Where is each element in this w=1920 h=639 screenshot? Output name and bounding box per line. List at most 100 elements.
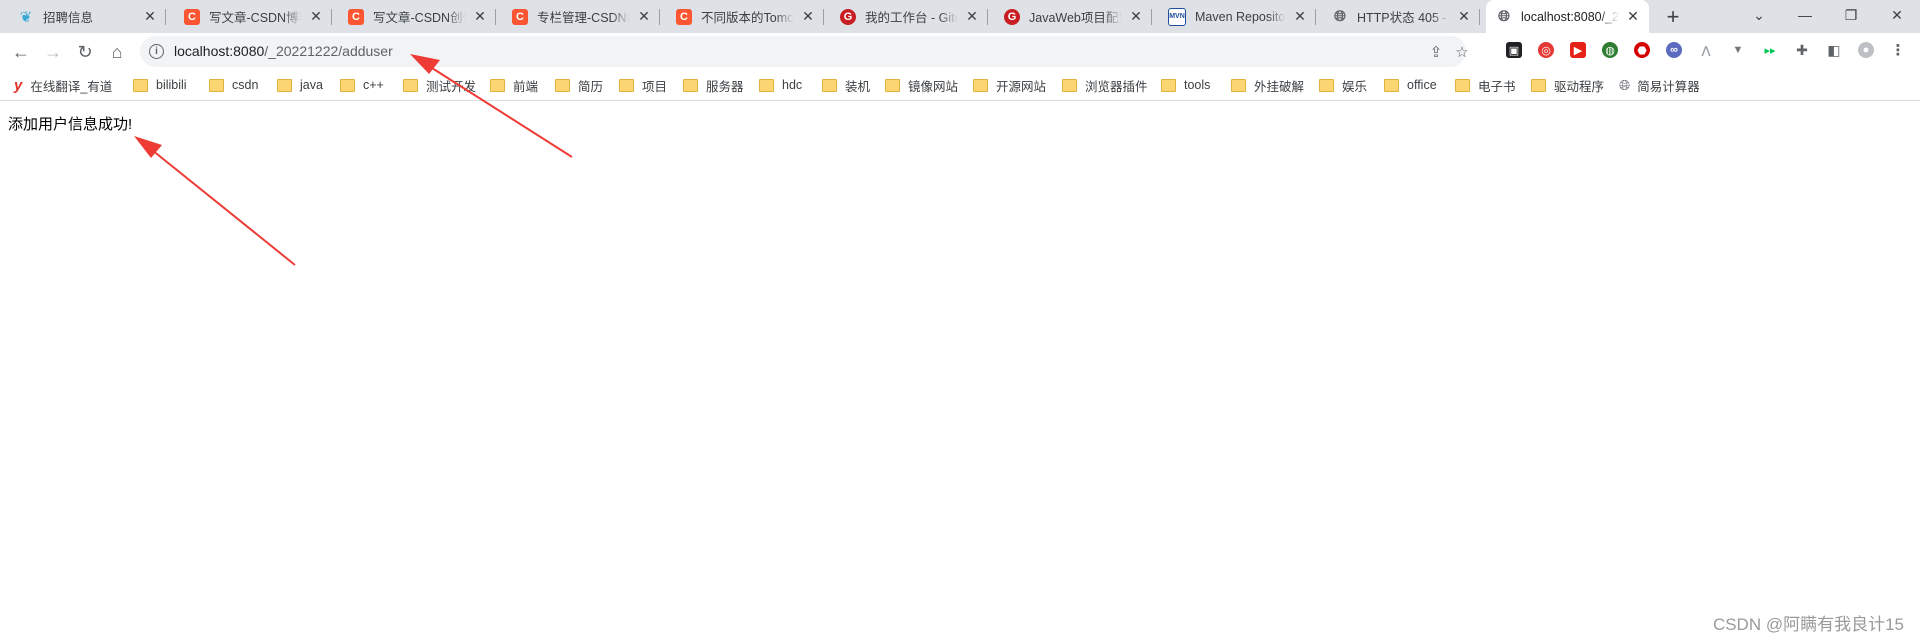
tab-separator [495, 9, 496, 25]
bookmark-label: hdc [782, 78, 803, 92]
tab-separator [1151, 9, 1152, 25]
tab-tomcat-versions[interactable]: C 不同版本的Tomcat ✕ [666, 0, 824, 33]
bookmark-folder[interactable]: 开源网站 [973, 75, 1046, 95]
bookmark-label: 电子书 [1478, 79, 1516, 94]
close-icon[interactable]: ✕ [308, 8, 324, 25]
url-path: /_20221222/adduser [264, 43, 393, 59]
close-window-icon[interactable]: ✕ [1874, 0, 1920, 30]
bookmark-label: 简易计算器 [1637, 79, 1700, 94]
folder-icon [1455, 78, 1470, 92]
bookmark-folder[interactable]: hdc [759, 75, 802, 95]
close-icon[interactable]: ✕ [1128, 8, 1144, 25]
bookmark-folder[interactable]: 服务器 [683, 75, 744, 95]
extension-icon[interactable]: ◎ [1538, 42, 1554, 58]
success-message: 添加用户信息成功! [8, 116, 133, 133]
bookmark-folder[interactable]: 测试开发 [403, 75, 476, 95]
tab-title: Maven Repository [1195, 9, 1286, 24]
bookmark-folder[interactable]: 驱动程序 [1531, 75, 1604, 95]
bookmark-folder[interactable]: csdn [209, 75, 258, 95]
close-icon[interactable]: ✕ [142, 8, 158, 25]
bookmark-label: 测试开发 [426, 79, 477, 94]
close-icon[interactable]: ✕ [1456, 8, 1472, 25]
bookmark-label: 开源网站 [996, 79, 1047, 94]
tab-http-405[interactable]: 🌐︎ HTTP状态 405 - 方 ✕ [1322, 0, 1480, 33]
new-tab-button[interactable]: + [1661, 4, 1685, 29]
bookmark-calculator[interactable]: 🌐︎ 简易计算器 [1619, 75, 1700, 95]
bookmark-folder[interactable]: tools [1161, 75, 1210, 95]
home-icon[interactable]: ⌂ [104, 39, 130, 65]
bookmark-folder[interactable]: 电子书 [1455, 75, 1516, 95]
folder-icon [340, 78, 355, 92]
bookmark-label: 简历 [578, 79, 604, 94]
tab-csdn-write[interactable]: C 写文章-CSDN创作 ✕ [338, 0, 496, 33]
share-icon[interactable]: ⇪ [1426, 42, 1446, 62]
watermark: CSDN @阿瞒有我良计15 [1712, 615, 1904, 634]
extensions-puzzle-icon[interactable]: ✚ [1794, 42, 1810, 58]
bookmark-label: 前端 [513, 79, 539, 94]
vue-devtools-icon[interactable]: ▼ [1730, 42, 1746, 58]
close-icon[interactable]: ✕ [1292, 8, 1308, 25]
bookmark-folder[interactable]: 娱乐 [1319, 75, 1367, 95]
bookmark-star-icon[interactable]: ☆ [1452, 42, 1472, 62]
tab-csdn-column[interactable]: C 专栏管理-CSDN创 ✕ [502, 0, 660, 33]
tab-title: 写文章-CSDN博客 [209, 11, 302, 25]
extension-icon[interactable]: ◍ [1602, 42, 1618, 58]
bookmark-folder[interactable]: 外挂破解 [1231, 75, 1304, 95]
bookmark-folder[interactable]: c++ [340, 75, 384, 95]
extension-icon[interactable]: ▸▸ [1762, 42, 1778, 58]
close-icon[interactable]: ✕ [636, 8, 652, 25]
extension-icon[interactable]: ⋀ [1698, 42, 1714, 58]
gitee-icon: G [1004, 8, 1020, 25]
bookmark-folder[interactable]: 浏览器插件 [1062, 75, 1148, 95]
bookmark-label: 镜像网站 [908, 79, 959, 94]
url-text[interactable]: localhost:8080/_20221222/adduser [174, 43, 393, 59]
folder-icon [403, 78, 418, 92]
close-icon[interactable]: ✕ [800, 8, 816, 25]
minimize-icon[interactable]: — [1782, 0, 1828, 30]
bookmark-folder[interactable]: java [277, 75, 323, 95]
close-icon[interactable]: ✕ [964, 8, 980, 25]
tab-search-chevron-icon[interactable]: ⌄ [1736, 0, 1782, 30]
bookmark-folder[interactable]: 简历 [555, 75, 603, 95]
folder-icon [1161, 78, 1176, 92]
tab-title: localhost:8080/_2 [1521, 9, 1619, 24]
tab-separator [659, 9, 660, 25]
profile-avatar-icon[interactable]: ● [1858, 42, 1874, 58]
tab-title: 专栏管理-CSDN创 [537, 11, 630, 25]
folder-icon [133, 78, 148, 92]
bookmark-folder[interactable]: office [1384, 75, 1437, 95]
bookmark-folder[interactable]: 项目 [619, 75, 667, 95]
menu-kebab-icon[interactable]: ⋮ [1890, 42, 1906, 59]
folder-icon [759, 78, 774, 92]
side-panel-icon[interactable]: ◧ [1826, 42, 1842, 58]
tab-title: JavaWeb项目配置 [1029, 11, 1122, 25]
site-info-icon[interactable]: i [149, 44, 164, 59]
youtube-icon[interactable]: ▶ [1570, 42, 1586, 58]
gitee-icon: G [840, 8, 856, 25]
tab-recruitment[interactable]: ❦ 招聘信息 ✕ [8, 0, 166, 33]
tab-csdn-blog[interactable]: C 写文章-CSDN博客 ✕ [174, 0, 332, 33]
bookmark-label: 娱乐 [1342, 79, 1368, 94]
extension-icon[interactable]: ∞ [1666, 42, 1682, 58]
forward-arrow-icon[interactable]: → [40, 39, 66, 65]
restore-icon[interactable]: ❐ [1828, 0, 1874, 30]
tab-gitee-workbench[interactable]: G 我的工作台 - Gitee ✕ [830, 0, 988, 33]
back-arrow-icon[interactable]: ← [8, 39, 34, 65]
globe-icon: 🌐︎ [1619, 76, 1631, 93]
bookmark-youdao[interactable]: y 在线翻译_有道 [14, 75, 112, 95]
reload-icon[interactable]: ↻ [72, 39, 98, 65]
tab-javaweb-config[interactable]: G JavaWeb项目配置 ✕ [994, 0, 1152, 33]
bookmark-folder[interactable]: 前端 [490, 75, 538, 95]
extension-icon[interactable]: ▣ [1506, 42, 1522, 58]
close-icon[interactable]: ✕ [472, 8, 488, 25]
csdn-icon: C [184, 8, 200, 25]
bookmark-folder[interactable]: 装机 [822, 75, 870, 95]
tab-localhost-active[interactable]: 🌐︎ localhost:8080/_2 ✕ [1486, 0, 1649, 33]
address-bar[interactable]: i localhost:8080/_20221222/adduser ⇪ ☆ [140, 36, 1469, 67]
adblock-icon[interactable]: ⬣ [1634, 42, 1650, 58]
tab-title: 我的工作台 - Gitee [865, 11, 958, 25]
bookmark-folder[interactable]: bilibili [133, 75, 187, 95]
bookmark-folder[interactable]: 镜像网站 [885, 75, 958, 95]
tab-maven-repository[interactable]: MVN Maven Repository ✕ [1158, 0, 1316, 33]
close-icon[interactable]: ✕ [1625, 8, 1641, 25]
